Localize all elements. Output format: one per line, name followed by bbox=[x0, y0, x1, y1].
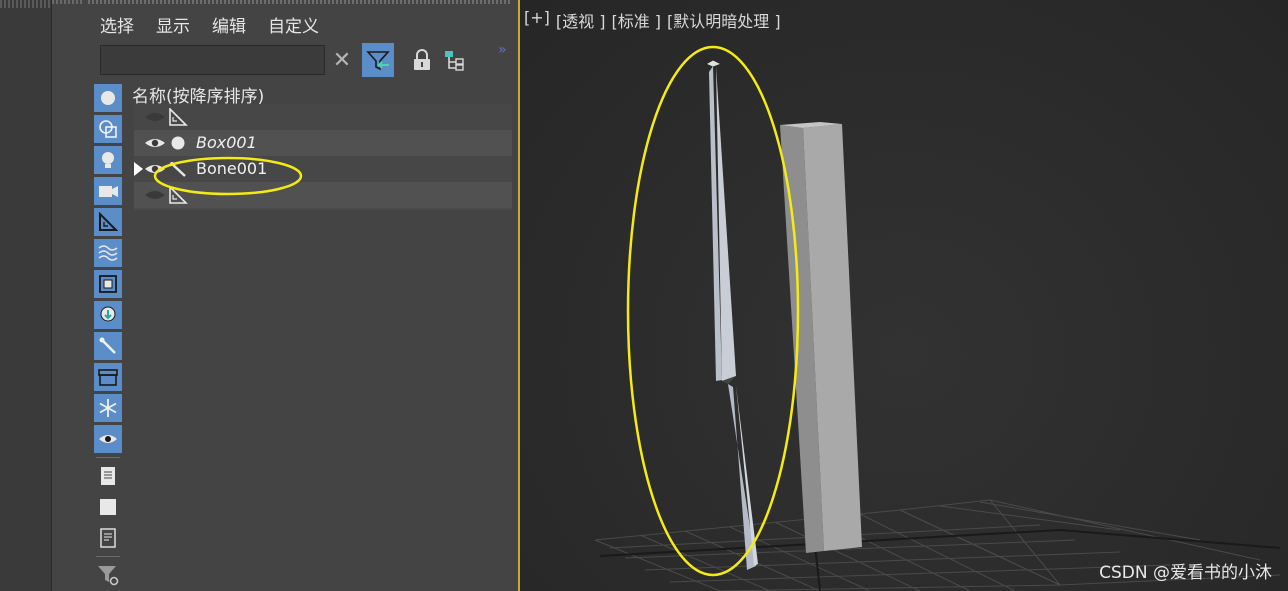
viewport-label: [+] [透视 ] [标准 ] [默认明暗处理 ] bbox=[524, 8, 781, 32]
lightbulb-icon bbox=[102, 152, 114, 168]
group-filter-button[interactable] bbox=[94, 270, 122, 298]
sphere-icon bbox=[101, 91, 115, 105]
geometry-filter-button[interactable] bbox=[94, 84, 122, 112]
frozen-filter-button[interactable] bbox=[94, 394, 122, 422]
menu-customize[interactable]: 自定义 bbox=[268, 12, 319, 38]
scene-explorer: 选择 显示 编辑 自定义 ✕ » 名称(按降序排序) Box001 Bone00… bbox=[82, 0, 518, 591]
eye-icon bbox=[99, 435, 117, 443]
list-row-box001[interactable]: Box001 bbox=[134, 130, 512, 156]
hidden-filter-button[interactable] bbox=[94, 425, 122, 453]
filter-button[interactable] bbox=[362, 43, 394, 77]
viewport-shading-menu[interactable]: [默认明暗处理 ] bbox=[667, 8, 781, 32]
geometry-icon bbox=[171, 136, 185, 150]
explorer-grip[interactable] bbox=[88, 0, 512, 4]
perspective-viewport[interactable]: [+] [透视 ] [标准 ] [默认明暗处理 ] CSDN @爱看书的小沐 bbox=[520, 0, 1288, 591]
helper-icon bbox=[169, 108, 188, 126]
container-filter-button[interactable] bbox=[94, 363, 122, 391]
waves-icon bbox=[98, 245, 118, 261]
eye-hidden-icon[interactable] bbox=[144, 110, 166, 124]
expand-arrow-icon[interactable] bbox=[134, 162, 143, 176]
invert-selection-button[interactable] bbox=[94, 524, 122, 552]
hierarchy-icon bbox=[445, 51, 464, 71]
box001-mesh bbox=[780, 122, 862, 553]
snowflake-icon bbox=[99, 399, 117, 417]
light-filter-button[interactable] bbox=[94, 146, 122, 174]
select-none-button[interactable] bbox=[94, 493, 122, 521]
bone-filter-button[interactable] bbox=[94, 332, 122, 360]
panel-grip[interactable] bbox=[0, 0, 52, 8]
highlight-ellipse-bone bbox=[153, 156, 303, 196]
left-panel-strip bbox=[0, 0, 52, 591]
container-icon bbox=[98, 369, 118, 386]
watermark: CSDN @爱看书的小沐 bbox=[1099, 563, 1272, 583]
document-icon bbox=[101, 467, 115, 485]
expand-chevron[interactable]: » bbox=[498, 42, 507, 58]
lock-icon bbox=[414, 49, 430, 70]
filter-settings-button[interactable] bbox=[94, 561, 122, 589]
camera-icon bbox=[99, 186, 118, 197]
scene-render bbox=[594, 45, 1281, 591]
toolbar-separator bbox=[96, 556, 120, 557]
filter-icon bbox=[366, 51, 390, 71]
lock-button[interactable] bbox=[406, 43, 438, 77]
close-icon: ✕ bbox=[332, 47, 352, 73]
menu-edit[interactable]: 编辑 bbox=[212, 12, 246, 38]
select-all-button[interactable] bbox=[94, 462, 122, 490]
helper-icon bbox=[99, 211, 119, 231]
group-icon bbox=[99, 275, 117, 293]
panel-gap bbox=[52, 0, 82, 591]
helper-filter-button[interactable] bbox=[94, 208, 122, 236]
bone001-mesh bbox=[705, 59, 758, 570]
xref-filter-button[interactable] bbox=[94, 301, 122, 329]
menu-select[interactable]: 选择 bbox=[100, 12, 134, 38]
search-input[interactable] bbox=[100, 45, 325, 75]
panel-grip[interactable] bbox=[52, 0, 82, 4]
viewport-view-menu[interactable]: [透视 ] bbox=[556, 8, 606, 32]
eye-icon[interactable] bbox=[144, 136, 166, 150]
bone-icon bbox=[99, 337, 116, 354]
spacewarp-filter-button[interactable] bbox=[94, 239, 122, 267]
shape-filter-button[interactable] bbox=[94, 115, 122, 143]
list-row[interactable] bbox=[134, 104, 512, 130]
toolbar-separator bbox=[96, 457, 120, 458]
menu-display[interactable]: 显示 bbox=[156, 12, 190, 38]
hierarchy-button[interactable] bbox=[438, 43, 470, 77]
camera-filter-button[interactable] bbox=[94, 177, 122, 205]
viewport-standard-menu[interactable]: [标准 ] bbox=[611, 8, 661, 32]
row-name: Box001 bbox=[196, 133, 257, 152]
blank-page-icon bbox=[100, 499, 116, 515]
explorer-menubar: 选择 显示 编辑 自定义 bbox=[100, 12, 319, 38]
viewport-plus-menu[interactable]: [+] bbox=[524, 8, 550, 32]
filter-gear-icon bbox=[98, 566, 119, 586]
shapes-icon bbox=[99, 120, 117, 138]
clear-search-button[interactable]: ✕ bbox=[326, 43, 358, 77]
xref-icon bbox=[100, 306, 116, 322]
list-page-icon bbox=[100, 528, 116, 548]
